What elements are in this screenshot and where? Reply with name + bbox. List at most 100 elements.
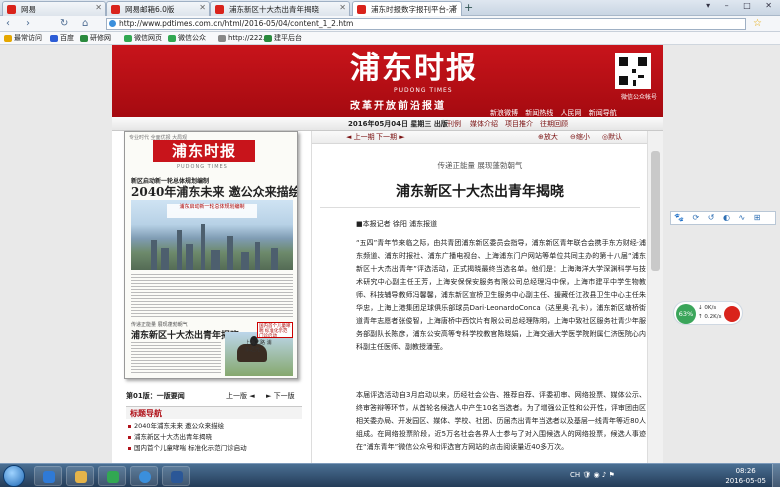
taskbar-app-wechat[interactable] bbox=[98, 466, 126, 486]
paper-ad-text: 上海之路 浦东之光 bbox=[245, 340, 272, 353]
bookmark-wechat-public[interactable]: 微信公众 bbox=[168, 33, 206, 44]
qr-code-icon bbox=[615, 53, 651, 89]
bookmark-icon bbox=[124, 35, 132, 42]
zoom-out-button[interactable]: ⊖缩小 bbox=[570, 131, 590, 144]
prev-page-link[interactable]: 上一版 ◄ bbox=[226, 391, 255, 402]
tab-netease[interactable]: 网易 ✕ bbox=[2, 1, 106, 16]
page-gutter-right bbox=[664, 45, 780, 463]
ie-icon bbox=[43, 471, 55, 483]
title-nav-item[interactable]: 浦东新区十大杰出青年揭晓 bbox=[126, 432, 302, 443]
masthead-subtitle: PUDONG TIMES bbox=[394, 87, 453, 94]
left-column: 专业时代 全面优报 大局观 浦东时报 PUDONG TIMES 新区启动新一轮总… bbox=[112, 131, 311, 463]
link-nav[interactable]: 新闻导航 bbox=[589, 109, 617, 117]
article-kicker: 传递正能量 展现蓬勃朝气 bbox=[437, 161, 523, 170]
site-icon bbox=[109, 20, 116, 27]
tab-youth-news[interactable]: 浦东新区十大杰出青年揭晓 ✕ bbox=[210, 1, 350, 16]
tab-netease-mail[interactable]: 网易邮箱6.0版 ✕ bbox=[106, 1, 210, 16]
bookmark-wechat-web[interactable]: 微信网页 bbox=[124, 33, 162, 44]
bookmark-ip[interactable]: http://222. bbox=[218, 33, 265, 44]
bookmark-most-visited[interactable]: 最常访问 bbox=[4, 33, 42, 44]
close-tab-icon[interactable]: ✕ bbox=[95, 3, 102, 12]
close-tab-icon[interactable]: ✕ bbox=[451, 3, 458, 12]
network-speed-widget[interactable]: 63% ↓ 0K/s ↑ 0.2K/s bbox=[673, 301, 743, 325]
tab-pdtimes[interactable]: 浦东时报数字报刊平台-浦 ✕ bbox=[352, 1, 462, 16]
memory-percent: 63% bbox=[676, 304, 696, 324]
bookmark-icon bbox=[4, 35, 12, 42]
new-tab-button[interactable]: + bbox=[464, 2, 473, 14]
newspaper-masthead: 浦东时报 PUDONG TIMES 改革开放前沿报道 微信公众帐号 bbox=[112, 45, 663, 117]
link-archive[interactable]: 往期回顾 bbox=[540, 117, 568, 131]
system-tray[interactable]: CH 🛡 ◉ ♪ ⚑ bbox=[570, 471, 615, 479]
upload-speed: ↑ 0.2K/s bbox=[698, 314, 722, 320]
accelerate-icon[interactable] bbox=[724, 306, 740, 322]
tab-label: 浦东时报数字报刊平台-浦 bbox=[371, 5, 457, 14]
paper-headline2[interactable]: 浦东新区十大杰出青年揭晓 bbox=[131, 328, 239, 341]
address-input[interactable]: http://www.pdtimes.com.cn/html/2016-05/0… bbox=[106, 18, 746, 30]
home-icon[interactable]: ⌂ bbox=[82, 17, 88, 30]
bookmark-label: 建平后台 bbox=[274, 34, 302, 42]
paper-english-name: PUDONG TIMES bbox=[177, 164, 228, 170]
close-tab-icon[interactable]: ✕ bbox=[199, 3, 206, 12]
paper-side-box[interactable]: 国内首个儿童哮喘 标准化示范门诊启动 bbox=[257, 322, 293, 339]
paper-text-block bbox=[131, 274, 293, 319]
next-page-link[interactable]: ► 下一版 bbox=[266, 391, 295, 402]
word-icon bbox=[171, 471, 183, 483]
show-desktop-button[interactable] bbox=[772, 464, 780, 487]
url-text: http://www.pdtimes.com.cn/html/2016-05/0… bbox=[119, 19, 354, 28]
link-people[interactable]: 人民网 bbox=[560, 109, 581, 117]
link-media-intro[interactable]: 媒体介绍 bbox=[470, 117, 498, 131]
system-clock[interactable]: 08:26 2016-05-05 bbox=[725, 466, 766, 486]
default-size-button[interactable]: ◎默认 bbox=[602, 131, 622, 144]
window-controls[interactable]: ▾ – □ ✕ bbox=[706, 1, 778, 10]
link-rates[interactable]: 刊例 bbox=[447, 117, 461, 131]
page-viewport: 浦东时报 PUDONG TIMES 改革开放前沿报道 微信公众帐号 新浪微博 新… bbox=[0, 45, 780, 463]
article-divider bbox=[320, 207, 640, 208]
taskbar-app-word[interactable] bbox=[162, 466, 190, 486]
paper-photo-caption: 浦东启动新一轮总体规划编制 bbox=[167, 204, 257, 218]
news-favicon-icon bbox=[215, 5, 224, 14]
folder-icon bbox=[75, 471, 87, 483]
prev-issue-link[interactable]: ◄ 上一期 bbox=[346, 131, 375, 144]
page-gutter-left bbox=[0, 45, 108, 463]
forward-icon[interactable]: › bbox=[26, 17, 30, 30]
scrollbar-thumb[interactable] bbox=[651, 151, 660, 271]
taskbar-app-ie[interactable] bbox=[34, 466, 62, 486]
tab-label: 网易 bbox=[21, 5, 36, 14]
title-nav-list: 2040年浦东未来 邀公众来描绘 浦东新区十大杰出青年揭晓 国内首个儿童哮喘 标… bbox=[126, 421, 302, 454]
tab-strip: 网易 ✕ 网易邮箱6.0版 ✕ 浦东新区十大杰出青年揭晓 ✕ 浦东时报数字报刊平… bbox=[0, 0, 780, 16]
back-icon[interactable]: ‹ bbox=[6, 17, 10, 30]
link-projects[interactable]: 项目推介 bbox=[505, 117, 533, 131]
zoom-in-button[interactable]: ⊕放大 bbox=[538, 131, 558, 144]
bookmark-label: 微信公众 bbox=[178, 34, 206, 42]
paper-headline[interactable]: 2040年浦东未来 邀公众来描绘 bbox=[131, 183, 297, 200]
bookmark-icon bbox=[218, 35, 226, 42]
link-weibo[interactable]: 新浪微博 bbox=[490, 109, 518, 117]
title-nav-item[interactable]: 2040年浦东未来 邀公众来描绘 bbox=[126, 421, 302, 432]
next-issue-link[interactable]: 下一期 ► bbox=[376, 131, 405, 144]
article-panel: ◄ 上一期 下一期 ► ⊕放大 ⊖缩小 ◎默认 传递正能量 展现蓬勃朝气 浦东新… bbox=[311, 131, 648, 463]
bookmark-label: 研修网 bbox=[90, 34, 111, 42]
bookmark-star-icon[interactable]: ☆ bbox=[753, 17, 762, 30]
reload-icon[interactable]: ↻ bbox=[60, 17, 68, 30]
front-page-thumbnail[interactable]: 专业时代 全面优报 大局观 浦东时报 PUDONG TIMES 新区启动新一轮总… bbox=[124, 131, 298, 379]
clock-time: 08:26 bbox=[735, 467, 756, 475]
current-page-label[interactable]: 第01版：一版要闻 bbox=[126, 391, 185, 402]
paper-headline2-sub: 传递正能量 展现蓬勃朝气 bbox=[131, 322, 188, 328]
title-nav-item[interactable]: 国内首个儿童哮喘 标准化示范门诊启动 bbox=[126, 443, 302, 454]
close-tab-icon[interactable]: ✕ bbox=[339, 3, 346, 12]
floating-toolbar[interactable]: 🐾 ⟳ ↺ ◐ ∿ ⊞ bbox=[670, 211, 776, 225]
article-scrollbar[interactable] bbox=[647, 131, 663, 463]
paper-city-photo: 浦东启动新一轮总体规划编制 bbox=[131, 200, 293, 270]
tab-label: 浦东新区十大杰出青年揭晓 bbox=[229, 5, 319, 14]
bookmark-jianping[interactable]: 建平后台 bbox=[264, 33, 302, 44]
bookmark-yanxiu[interactable]: 研修网 bbox=[80, 33, 111, 44]
pdtimes-favicon-icon bbox=[357, 5, 366, 14]
bookmark-icon bbox=[168, 35, 176, 42]
taskbar-app-explorer[interactable] bbox=[66, 466, 94, 486]
masthead-slogan: 改革开放前沿报道 bbox=[350, 101, 446, 112]
bookmark-baidu[interactable]: 百度 bbox=[50, 33, 74, 44]
download-speed: ↓ 0K/s bbox=[698, 305, 717, 311]
start-button[interactable] bbox=[3, 465, 25, 487]
link-hotline[interactable]: 新闻热线 bbox=[525, 109, 553, 117]
taskbar-app-browser[interactable] bbox=[130, 466, 158, 486]
